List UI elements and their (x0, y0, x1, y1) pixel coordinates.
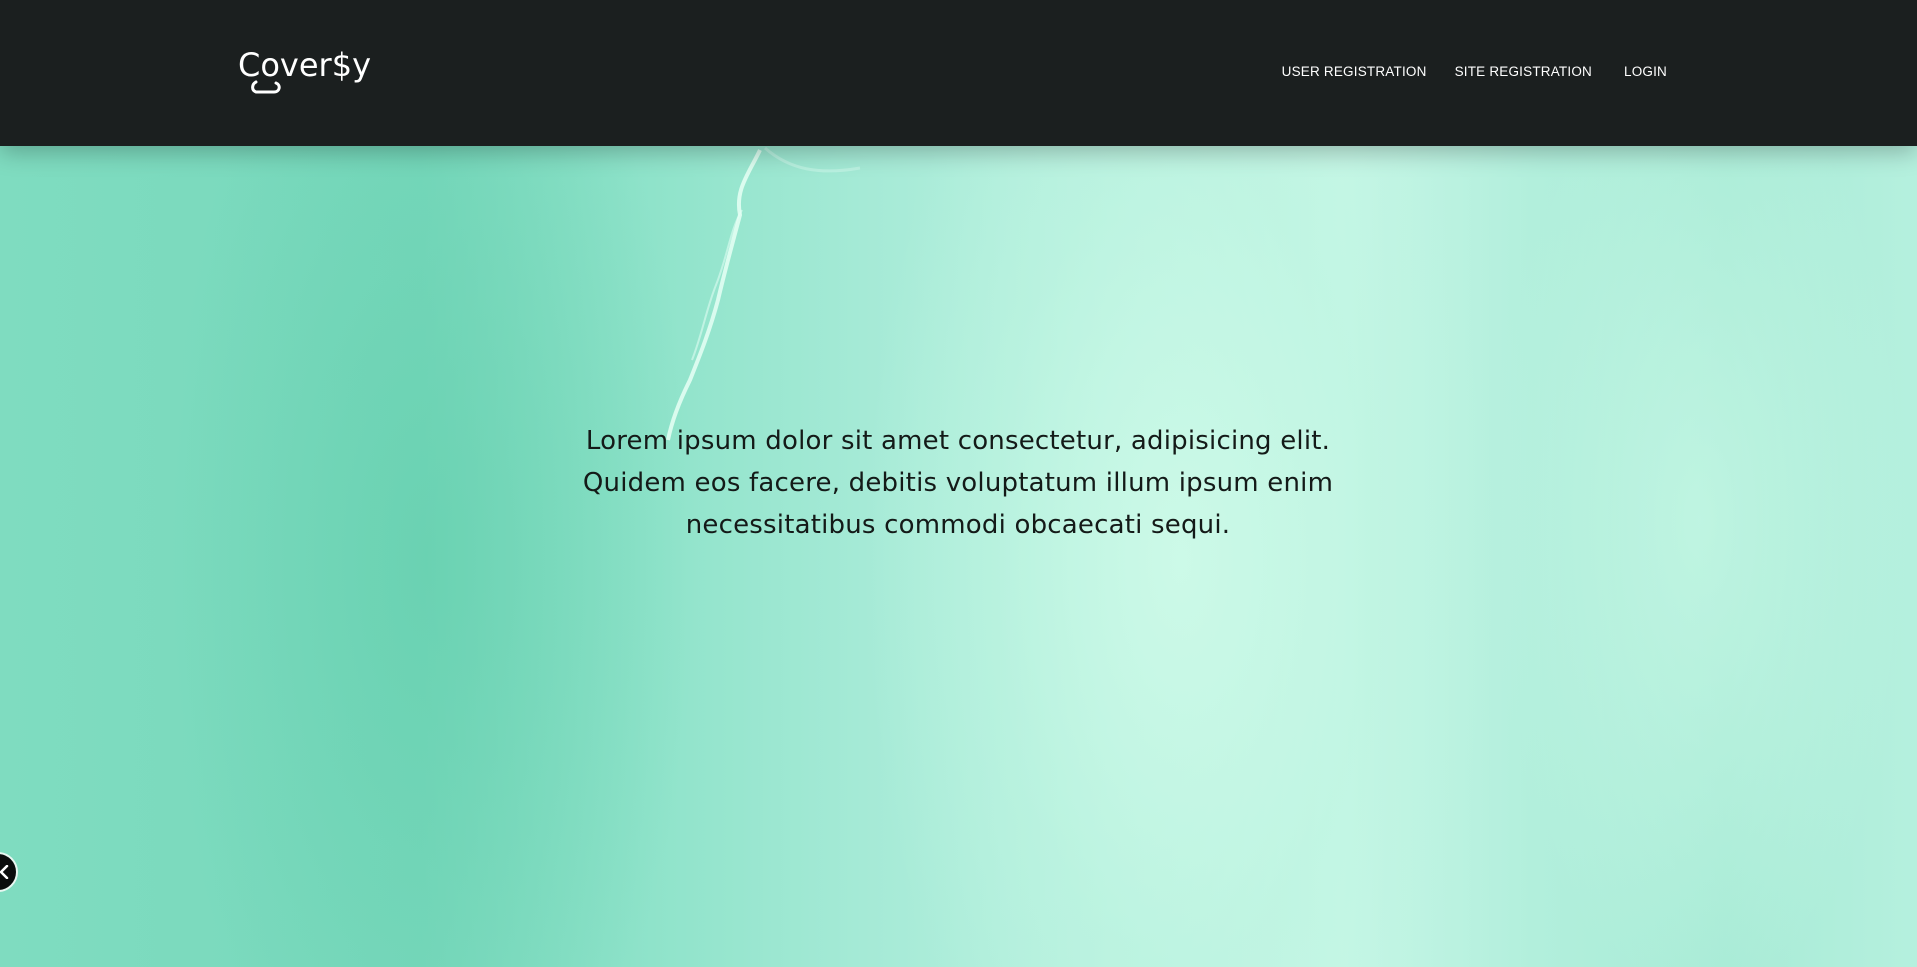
logo-mark: Cover$y (238, 46, 371, 94)
main-nav: USER REGISTRATION SITE REGISTRATION LOGI… (1282, 64, 1667, 79)
nav-login[interactable]: LOGIN (1624, 64, 1667, 79)
hero-line-1: Lorem ipsum dolor sit amet consectetur, … (585, 426, 1331, 456)
hero-line-3: necessitatibus commodi obcaecati sequi. (685, 510, 1231, 540)
nav-user-registration[interactable]: USER REGISTRATION (1282, 64, 1427, 79)
nav-site-registration[interactable]: SITE REGISTRATION (1455, 64, 1592, 79)
chevron-left-icon (0, 865, 9, 879)
page: Cover$y USER REGISTRATION SITE REGISTRAT… (0, 0, 1917, 967)
hero-line-2: Quidem eos facere, debitis voluptatum il… (582, 468, 1334, 498)
hero-description: Lorem ipsum dolor sit amet consectetur, … (540, 420, 1376, 546)
top-navbar: Cover$y USER REGISTRATION SITE REGISTRAT… (0, 0, 1917, 146)
svg-text:Cover$y: Cover$y (238, 46, 371, 84)
coversy-logo[interactable]: Cover$y (236, 44, 376, 102)
